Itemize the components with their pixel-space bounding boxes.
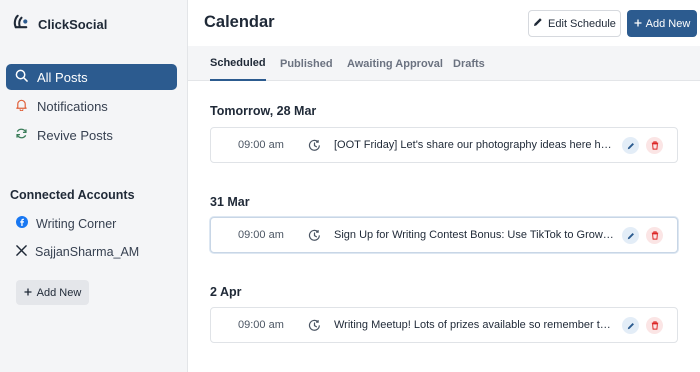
sidebar-item-revive-posts[interactable]: Revive Posts	[6, 122, 177, 148]
post-text: Sign Up for Writing Contest Bonus: Use T…	[334, 229, 614, 241]
connected-accounts-title: Connected Accounts	[10, 188, 135, 202]
clock-icon	[308, 229, 321, 247]
edit-post-button[interactable]	[622, 227, 639, 244]
tab-bar: Scheduled Published Awaiting Approval Dr…	[188, 46, 700, 81]
pencil-icon	[627, 232, 634, 239]
account-writing-corner[interactable]: Writing Corner	[16, 216, 116, 231]
delete-post-button[interactable]	[646, 227, 663, 244]
account-sajjansharma[interactable]: SajjanSharma_AM	[16, 245, 139, 259]
plus-icon	[24, 287, 32, 299]
tab-published[interactable]: Published	[280, 46, 333, 81]
post-time: 09:00 am	[238, 229, 284, 241]
sidebar-item-label: Revive Posts	[37, 127, 113, 143]
brand-name: ClickSocial	[38, 16, 108, 32]
add-new-post-label: Add New	[645, 17, 691, 30]
search-icon	[15, 69, 28, 85]
pencil-icon	[627, 322, 634, 329]
sidebar-item-all-posts[interactable]: All Posts	[6, 64, 177, 90]
refresh-icon	[15, 127, 28, 143]
post-time: 09:00 am	[238, 139, 284, 151]
date-heading: 31 Mar	[210, 195, 250, 209]
edit-post-button[interactable]	[622, 317, 639, 334]
delete-post-button[interactable]	[646, 137, 663, 154]
post-text: [OOT Friday] Let's share our photography…	[334, 139, 614, 151]
account-label: Writing Corner	[36, 216, 117, 231]
plus-icon	[634, 18, 642, 30]
post-time: 09:00 am	[238, 319, 284, 331]
page-title: Calendar	[204, 13, 275, 31]
trash-icon	[651, 141, 658, 150]
facebook-icon	[16, 216, 28, 231]
post-card[interactable]: 09:00 am [OOT Friday] Let's share our ph…	[210, 127, 678, 163]
pencil-icon	[627, 142, 634, 149]
clock-icon	[308, 139, 321, 157]
add-new-post-button[interactable]: Add New	[627, 10, 697, 37]
edit-schedule-button[interactable]: Edit Schedule	[528, 10, 621, 37]
clock-icon	[308, 319, 321, 337]
brand[interactable]: ClickSocial	[12, 12, 107, 36]
post-text: Writing Meetup! Lots of prizes available…	[334, 319, 614, 331]
trash-icon	[651, 321, 658, 330]
account-label: SajjanSharma_AM	[35, 245, 140, 259]
edit-post-button[interactable]	[622, 137, 639, 154]
date-heading: 2 Apr	[210, 285, 242, 299]
post-card[interactable]: 09:00 am Sign Up for Writing Contest Bon…	[210, 217, 678, 253]
clicksocial-logo-icon	[12, 12, 31, 36]
add-account-label: Add New	[36, 286, 82, 299]
tab-awaiting-approval[interactable]: Awaiting Approval	[347, 46, 443, 81]
sidebar-item-notifications[interactable]: Notifications	[6, 93, 177, 119]
sidebar-item-label: All Posts	[37, 69, 88, 85]
add-account-button[interactable]: Add New	[16, 280, 89, 305]
delete-post-button[interactable]	[646, 317, 663, 334]
date-heading: Tomorrow, 28 Mar	[210, 104, 317, 118]
tab-drafts[interactable]: Drafts	[453, 46, 485, 81]
sidebar: ClickSocial All Posts Notifications Revi…	[0, 0, 188, 372]
tab-scheduled[interactable]: Scheduled	[210, 46, 266, 81]
post-card[interactable]: 09:00 am Writing Meetup! Lots of prizes …	[210, 307, 678, 343]
bell-icon	[15, 98, 28, 114]
trash-icon	[651, 231, 658, 240]
x-icon	[16, 245, 27, 259]
sidebar-item-label: Notifications	[37, 98, 108, 114]
pencil-icon	[533, 17, 543, 30]
main-panel: Calendar Edit Schedule Add New Scheduled…	[188, 0, 700, 372]
edit-schedule-label: Edit Schedule	[548, 17, 616, 30]
